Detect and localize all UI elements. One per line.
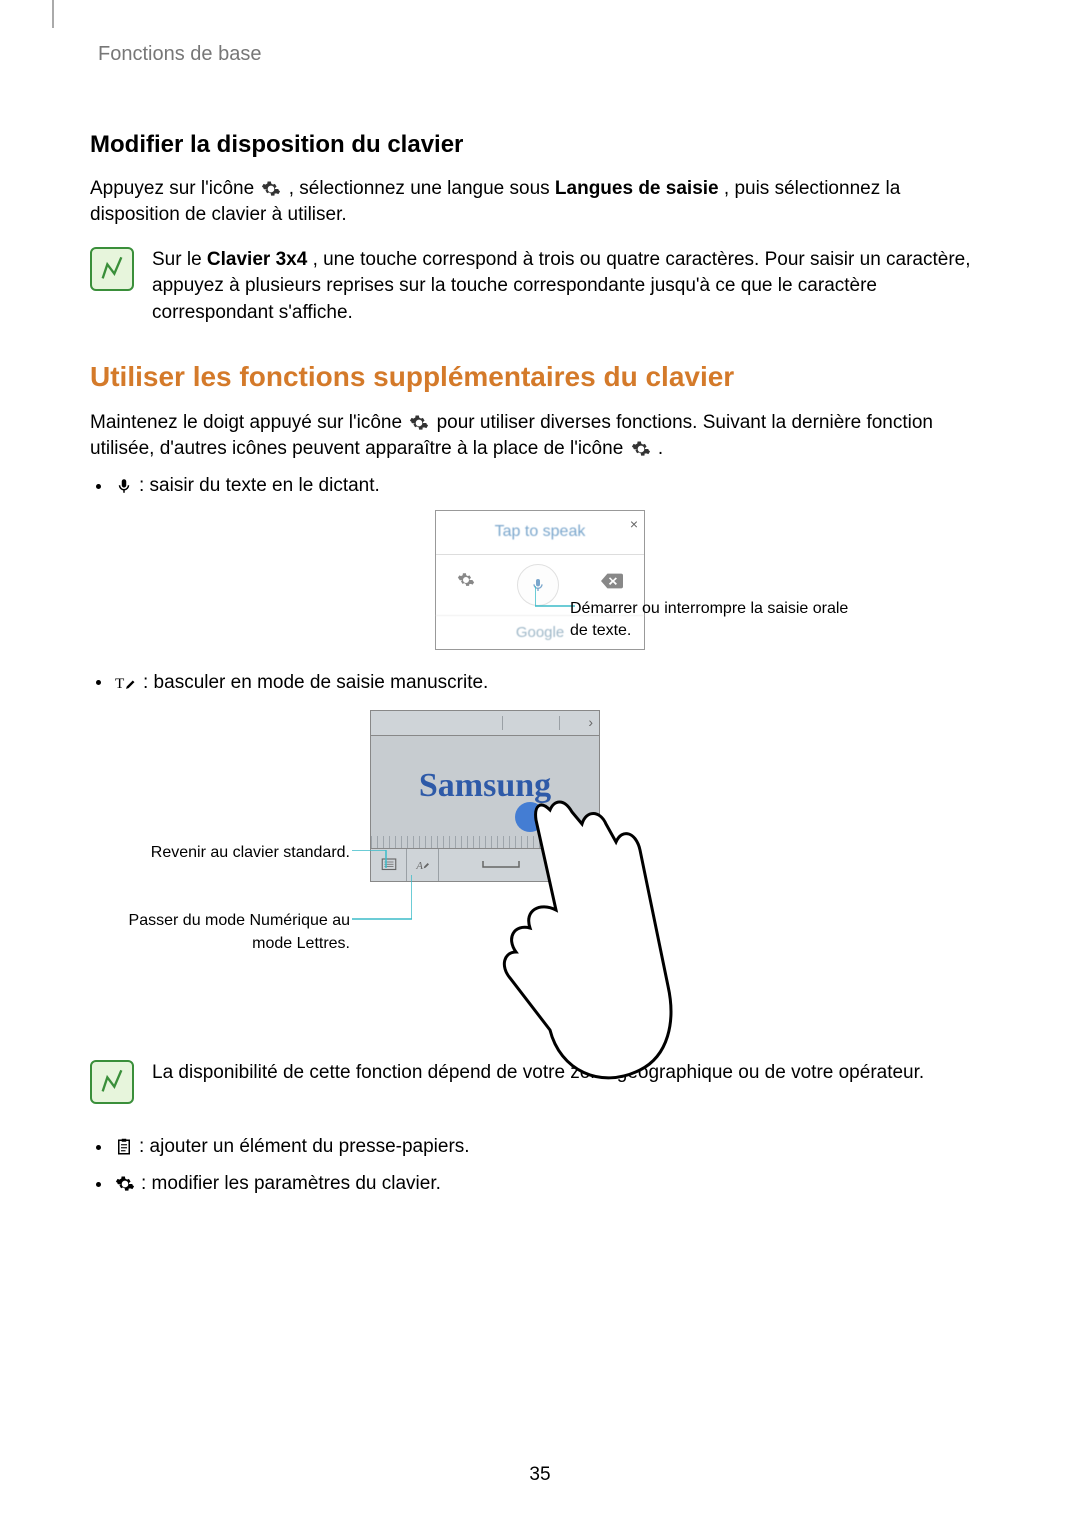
section-keyboard-layout-title: Modifier la disposition du clavier [90,128,990,162]
gear-icon [409,413,429,433]
callout-switch-mode: Passer du mode Numérique au mode Lettres… [90,910,350,955]
bullet-clipboard: : ajouter un élément du presse-papiers. [90,1134,990,1161]
space-button[interactable] [439,849,563,881]
handwriting-panel: › Samsung A [370,710,600,882]
bullet-dot [96,1182,101,1187]
bullet-voice-input: : saisir du texte en le dictant. [90,473,990,500]
text: , sélectionnez une langue sous [289,178,555,199]
toolbar-separator [502,716,503,730]
bullet-dot [96,1145,101,1150]
callout-connector [352,875,412,925]
svg-text:T: T [115,675,125,692]
gear-icon [261,179,281,199]
chevron-right-icon[interactable]: › [588,713,593,733]
backspace-icon[interactable] [601,571,623,598]
tap-to-speak-label: Tap to speak [495,521,586,543]
note-text-2: La disponibilité de cette fonction dépen… [152,1060,990,1087]
text: Maintenez le doigt appuyé sur l'icône [90,412,407,433]
callout-return-keyboard: Revenir au clavier standard. [90,842,350,864]
handwriting-ruler [370,836,600,848]
section-extra-functions-title: Utiliser les fonctions supplémentaires d… [90,357,990,396]
clipboard-icon [115,1137,133,1157]
callout-connector [352,850,392,870]
note-icon [90,247,134,291]
gear-icon [115,1174,135,1194]
touch-point-icon [515,802,545,832]
note-text-1: Sur le Clavier 3x4 , une touche correspo… [152,247,990,327]
microphone-icon [115,476,133,496]
bullet-text: : ajouter un élément du presse-papiers. [139,1134,470,1161]
text: . [658,438,663,459]
bullet-settings: : modifier les paramètres du clavier. [90,1171,990,1198]
page-header: Fonctions de base [98,40,990,68]
gear-icon [631,439,651,459]
bullet-text: : modifier les paramètres du clavier. [141,1171,441,1198]
figure-handwriting: › Samsung A [90,710,990,1040]
bullet-dot [96,680,101,685]
note-box-2: La disponibilité de cette fonction dépen… [90,1060,990,1104]
toolbar-separator [559,716,560,730]
text-bold: Clavier 3x4 [207,249,307,270]
text: Appuyez sur l'icône [90,178,259,199]
note-icon [90,1060,134,1104]
section1-paragraph: Appuyez sur l'icône , sélectionnez une l… [90,176,990,229]
bullet-text: : saisir du texte en le dictant. [139,473,380,500]
close-icon[interactable]: × [630,515,638,535]
callout-voice-start-stop: Démarrer ou interrompre la saisie orale … [570,598,850,643]
note-box-1: Sur le Clavier 3x4 , une touche correspo… [90,247,990,327]
backspace-button[interactable] [563,849,599,881]
bullet-handwriting: T : basculer en mode de saisie manuscrit… [90,670,990,697]
voice-panel-top: Tap to speak × [436,511,644,555]
text-bold: Langues de saisie [555,178,719,199]
section2-paragraph: Maintenez le doigt appuyé sur l'icône po… [90,410,990,463]
handwriting-toolbar: › [370,710,600,736]
gear-icon[interactable] [457,571,475,598]
margin-rule [52,0,54,28]
page-number: 35 [0,1462,1080,1489]
bullet-text: : basculer en mode de saisie manuscrite. [143,670,488,697]
figure-voice-input: Tap to speak × Google Démarrer ou interr… [90,510,990,650]
text: Sur le [152,249,207,270]
svg-text:A: A [415,861,423,872]
handwriting-icon: T [115,673,137,693]
handwriting-canvas[interactable]: Samsung [370,736,600,836]
bullet-dot [96,484,101,489]
callout-connector [535,586,575,616]
